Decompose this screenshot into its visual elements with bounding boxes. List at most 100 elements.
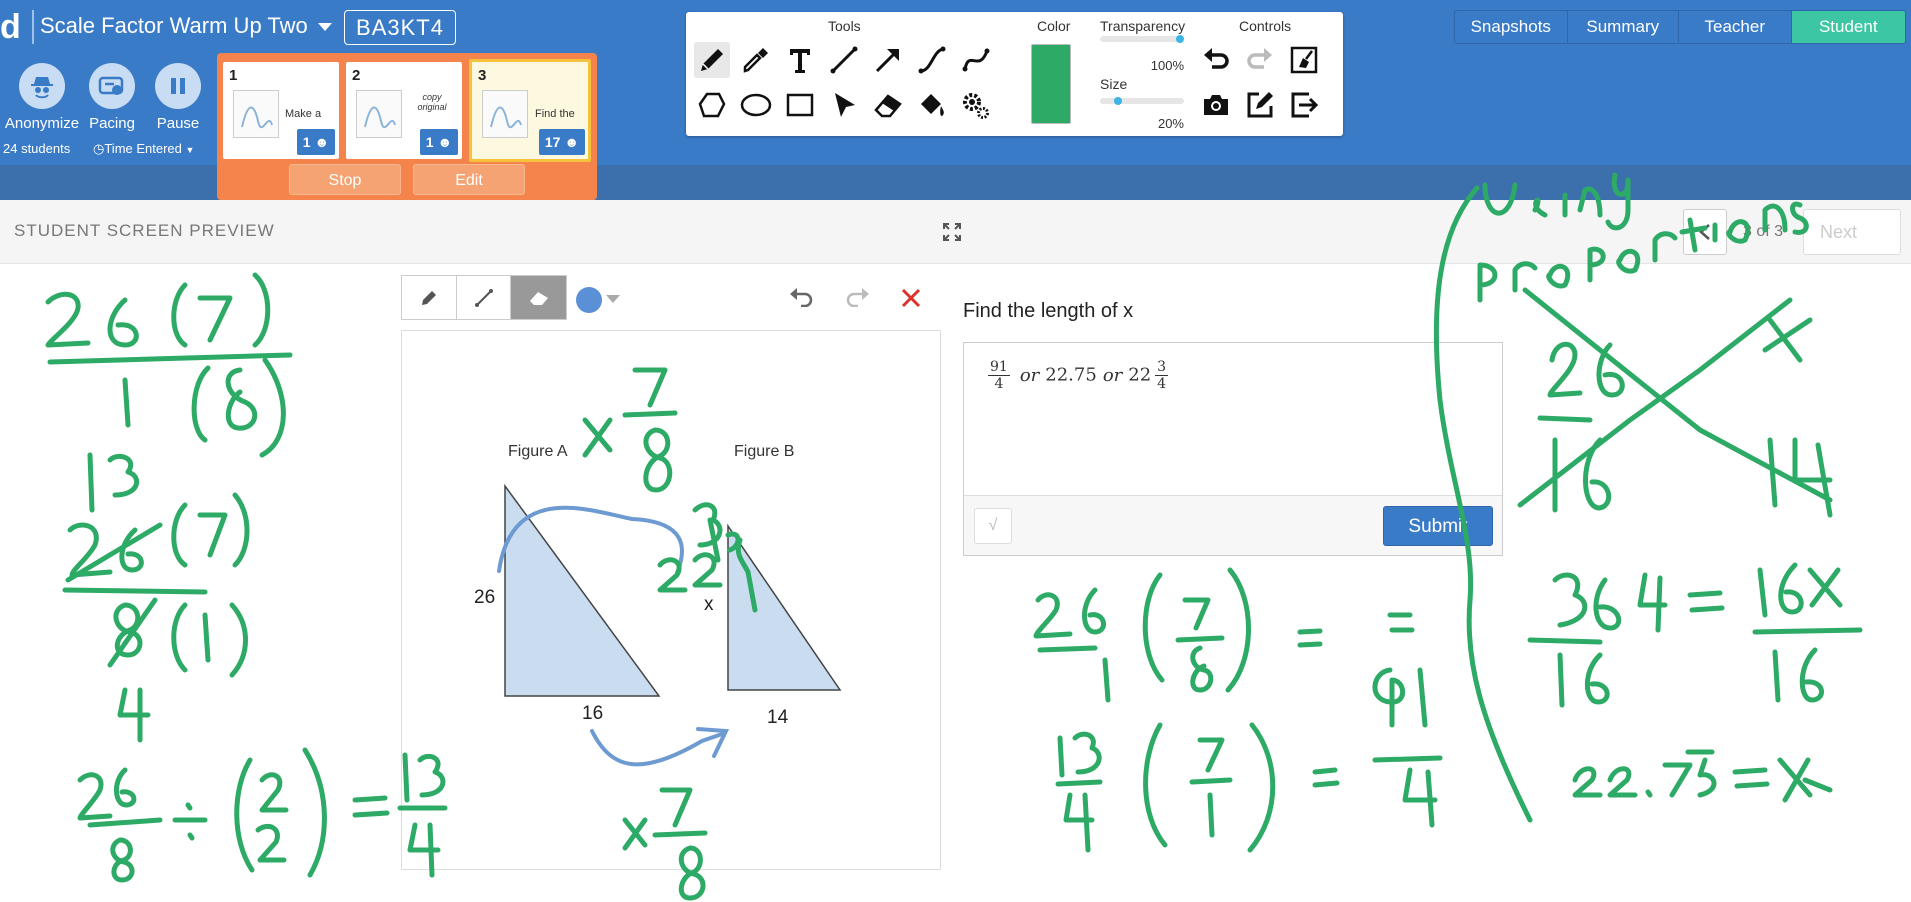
color-picker[interactable] (576, 287, 602, 313)
ink-left-eq (352, 795, 390, 818)
stop-button[interactable]: Stop (289, 164, 401, 195)
or-text: or (1102, 364, 1123, 386)
expand-icon[interactable] (942, 222, 962, 247)
ink-mid-eq1 (1297, 628, 1323, 648)
line-icon[interactable] (457, 276, 512, 319)
tab-snapshots[interactable]: Snapshots (1455, 11, 1568, 43)
numerator: 91 (988, 359, 1010, 376)
close-icon[interactable] (900, 287, 922, 314)
ink-right-finalx (1777, 757, 1833, 803)
freeform-curve-tool[interactable] (958, 42, 994, 78)
decimal-answer: 22.75 (1045, 364, 1097, 386)
ink-left-paren7 (171, 272, 271, 348)
anonymize-button[interactable]: Anonymize (2, 63, 82, 132)
tab-summary[interactable]: Summary (1568, 11, 1679, 43)
pencil-tool[interactable] (694, 42, 730, 78)
whole-number: 22 (1128, 364, 1152, 386)
ink-left-bar3 (87, 817, 163, 828)
caret-down-icon[interactable] (606, 295, 620, 303)
ink-right-16x (1757, 562, 1843, 618)
ink-mid-78 (1175, 597, 1225, 693)
preview-title: STUDENT SCREEN PREVIEW (14, 221, 275, 240)
transparency-slider[interactable] (1100, 35, 1184, 43)
ellipse-tool[interactable] (738, 87, 774, 123)
undo-icon[interactable] (1198, 42, 1234, 78)
activity-title-dropdown[interactable]: Scale Factor Warm Up Two (40, 13, 332, 39)
ink-right-26 (1547, 341, 1625, 398)
ink-right-bottom16b (1772, 647, 1824, 703)
sort-label: Time Entered (104, 141, 182, 156)
ink-right-eq2 (1732, 767, 1770, 789)
slider-knob[interactable] (1114, 97, 1122, 105)
pencil-icon[interactable] (402, 276, 457, 319)
rectangle-tool[interactable] (782, 87, 818, 123)
arrow-tool[interactable] (870, 42, 906, 78)
screen-card-2[interactable]: 2 copy original 1 ☻ (346, 62, 462, 159)
redo-icon[interactable] (1242, 42, 1278, 78)
redo-icon[interactable] (845, 287, 871, 312)
sort-dropdown[interactable]: ◷Time Entered ▼ (93, 141, 194, 157)
tab-student[interactable]: Student (1791, 11, 1905, 43)
polygon-tool[interactable] (694, 87, 730, 123)
pause-button[interactable]: Pause (150, 63, 206, 132)
fill-bucket-tool[interactable] (914, 87, 950, 123)
eraser-tool[interactable] (870, 87, 906, 123)
student-drawing-tools (401, 275, 567, 320)
figure-b-label: Figure B (734, 443, 794, 460)
ink-cross-line1 (1522, 287, 1833, 503)
card-text: Find the (535, 108, 575, 120)
user-icon: ☻ (314, 134, 330, 150)
ink-mid-eq3 (1387, 612, 1415, 633)
edit-button[interactable]: Edit (413, 164, 525, 195)
figure-a-height: 26 (474, 587, 495, 608)
ink-left-paren7b (171, 492, 250, 568)
ink-mid-91 (1372, 667, 1428, 728)
screen-card-1[interactable]: 1 Make a 1 ☻ (223, 62, 339, 159)
answer-expression[interactable]: 91 4 or 22.75 or 22 3 4 (984, 359, 1172, 392)
ink-mid-13 (1057, 731, 1102, 778)
class-code[interactable]: BA3KT4 (344, 10, 456, 45)
tab-teacher[interactable]: Teacher (1679, 11, 1792, 43)
curve-tool[interactable] (914, 42, 950, 78)
gear-icon[interactable] (958, 87, 994, 123)
eraser-icon[interactable] (511, 276, 566, 319)
submit-button[interactable]: Submit (1383, 506, 1493, 546)
app-window: d Scale Factor Warm Up Two BA3KT4 Snapsh… (0, 0, 1911, 902)
previous-button[interactable] (1683, 209, 1727, 255)
export-icon[interactable] (1286, 87, 1322, 123)
view-tabs: Snapshots Summary Teacher Student (1454, 10, 1906, 44)
camera-icon[interactable] (1198, 87, 1234, 123)
slider-knob[interactable] (1176, 35, 1184, 43)
size-slider[interactable] (1100, 97, 1184, 105)
line-tool[interactable] (826, 42, 862, 78)
clear-canvas-icon[interactable] (1286, 42, 1322, 78)
ink-left-paren1 (171, 602, 248, 678)
ink-mid-bar3 (1372, 755, 1443, 763)
pacing-button[interactable]: Pacing (81, 63, 143, 132)
ink-right-equals (1687, 590, 1725, 613)
color-heading: Color (1037, 18, 1071, 34)
card-thumbnail (233, 90, 279, 138)
screen-card-3[interactable]: 3 Find the 17 ☻ (469, 59, 591, 162)
eyedropper-tool[interactable] (738, 42, 774, 78)
ink-mid-1 (1102, 657, 1111, 703)
ink-left-bar1 (47, 352, 293, 365)
fraction: 91 4 (988, 359, 1010, 392)
ink-right-364 (1552, 572, 1668, 633)
text-tool[interactable] (782, 42, 818, 78)
pause-label: Pause (156, 115, 200, 132)
edit-note-icon[interactable] (1242, 87, 1278, 123)
next-button[interactable]: Next (1803, 209, 1901, 255)
figure-b-triangle (727, 523, 842, 691)
size-value: 20% (1157, 116, 1184, 131)
undo-icon[interactable] (788, 287, 814, 312)
color-swatch[interactable] (1031, 44, 1071, 124)
ink-left-26c (77, 767, 137, 821)
preview-header: STUDENT SCREEN PREVIEW 3 of 3 Next (0, 200, 1911, 264)
graph-canvas[interactable]: Figure A Figure B 26 16 x 14 (401, 330, 941, 870)
math-keyboard-button[interactable]: √ (974, 508, 1012, 544)
header-divider (32, 10, 34, 44)
ink-mid-26 (1033, 587, 1106, 639)
select-tool[interactable] (826, 87, 862, 123)
pacing-icon (89, 63, 135, 109)
